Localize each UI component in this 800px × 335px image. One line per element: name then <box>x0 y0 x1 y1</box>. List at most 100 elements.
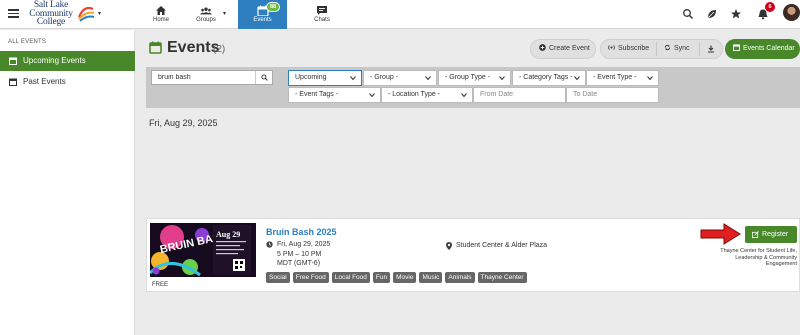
logo-caret-icon[interactable]: ▾ <box>98 10 101 17</box>
chevron-down-icon <box>350 76 356 81</box>
sidebar-item-upcoming-events[interactable]: Upcoming Events <box>0 51 135 71</box>
sync-button[interactable]: Sync <box>664 40 690 58</box>
event-tags-select[interactable]: - Event Tags - <box>288 87 381 103</box>
sidebar-heading: ALL EVENTS <box>8 39 47 45</box>
calendar-icon <box>733 44 740 51</box>
main-nav: Home Groups 88 Events Chats <box>143 0 343 29</box>
sidebar-item-past-events[interactable]: Past Events <box>0 72 135 92</box>
chevron-down-icon <box>369 93 375 98</box>
event-price: FREE <box>152 282 169 288</box>
input-placeholder: From Date <box>480 91 514 98</box>
page-title: Events <box>167 39 220 56</box>
create-event-label: Create Event <box>549 45 590 52</box>
select-value: - Event Tags - <box>295 91 339 98</box>
chevron-down-icon <box>574 76 580 81</box>
to-date-input[interactable]: To Date <box>566 87 659 103</box>
logo-text: Salt Lake Community College <box>29 0 73 27</box>
star-icon[interactable] <box>730 8 742 20</box>
event-tags: Social Free Food Local Food Fun Movie Mu… <box>266 272 530 283</box>
register-button[interactable]: Register <box>745 226 797 243</box>
tag-badge[interactable]: Local Food <box>331 272 370 283</box>
calendar-icon <box>9 78 17 86</box>
events-calendar-button[interactable]: Events Calendar <box>725 39 800 59</box>
date-group-heading: Fri, Aug 29, 2025 <box>149 118 218 128</box>
calendar-icon <box>9 57 17 65</box>
sync-label: Sync <box>674 45 690 52</box>
select-value: - Location Type - <box>388 91 441 98</box>
event-host: Thayne Center for Student Life, Leadersh… <box>720 248 797 267</box>
tag-badge[interactable]: Music <box>419 272 443 283</box>
nav-events[interactable]: 88 Events <box>238 0 287 29</box>
from-date-input[interactable]: From Date <box>473 87 566 103</box>
select-value: - Group - <box>370 74 399 81</box>
select-value: - Event Type - <box>593 74 637 81</box>
subscribe-button[interactable]: Subscribe <box>608 40 649 58</box>
tag-badge[interactable]: Animals <box>445 272 475 283</box>
tag-badge[interactable]: Fun <box>372 272 391 283</box>
leaf-icon[interactable] <box>706 8 718 20</box>
sidebar-item-label: Past Events <box>23 77 66 86</box>
edit-icon <box>752 231 759 238</box>
event-title-link[interactable]: Bruin Bash 2025 <box>266 227 337 237</box>
event-date: Fri, Aug 29, 2025 <box>277 241 331 248</box>
chevron-down-icon <box>425 76 431 81</box>
groups-icon <box>200 7 212 15</box>
filter-panel: Upcoming - Group - - Group Type - - Cate… <box>146 67 800 108</box>
tag-badge[interactable]: Thayne Center <box>477 272 527 283</box>
nav-chats[interactable]: Chats <box>302 0 342 29</box>
group-type-select[interactable]: - Group Type - <box>438 70 511 86</box>
select-value: Upcoming <box>295 74 327 81</box>
sidebar-item-label: Upcoming Events <box>23 56 86 65</box>
main-content: Events (2) Create Event Subscribe Sync E… <box>136 30 800 335</box>
broadcast-icon <box>608 45 615 50</box>
tag-badge[interactable]: Movie <box>393 272 417 283</box>
event-timezone: MDT (GMT-6) <box>277 260 321 267</box>
nav-home[interactable]: Home <box>143 0 179 29</box>
input-placeholder: To Date <box>573 91 598 98</box>
chevron-down-icon <box>499 76 505 81</box>
group-select[interactable]: - Group - <box>363 70 437 86</box>
search-button[interactable] <box>255 71 273 84</box>
chat-icon <box>317 6 327 15</box>
calendar-actions-group: Subscribe Sync <box>600 39 723 59</box>
search-field[interactable] <box>151 70 273 85</box>
search-icon[interactable] <box>682 8 694 20</box>
event-flyer-image[interactable]: BRUIN BASH Aug 29 <box>150 223 256 277</box>
plus-circle-icon <box>539 44 546 51</box>
events-count-badge: 88 <box>266 2 281 12</box>
search-input[interactable] <box>152 71 252 84</box>
events-count: (2) <box>213 44 226 55</box>
event-datetime: Fri, Aug 29, 2025 5 PM – 10 PM MDT (GMT-… <box>277 240 330 269</box>
college-logo[interactable]: Salt Lake Community College <box>26 1 104 27</box>
divider <box>656 42 657 56</box>
hamburger-menu-icon[interactable] <box>8 9 19 18</box>
sync-icon <box>664 44 671 51</box>
tag-badge[interactable]: Social <box>266 272 290 283</box>
register-label: Register <box>762 231 789 238</box>
nav-chats-label: Chats <box>314 17 330 23</box>
event-type-select[interactable]: - Event Type - <box>586 70 659 86</box>
location-type-select[interactable]: - Location Type - <box>381 87 473 103</box>
logo-swirl-icon <box>77 6 95 22</box>
event-location: Student Center & Alder Plaza <box>456 242 548 249</box>
chevron-down-icon <box>647 76 653 81</box>
tag-badge[interactable]: Free Food <box>292 272 329 283</box>
calendar-icon <box>149 41 162 54</box>
timeframe-select[interactable]: Upcoming <box>288 70 362 86</box>
home-icon <box>156 6 166 15</box>
location-pin-icon <box>446 242 452 250</box>
sidebar: ALL EVENTS Upcoming Events Past Events <box>0 30 135 335</box>
download-icon[interactable] <box>707 45 715 53</box>
groups-caret-icon[interactable]: ▾ <box>223 10 226 17</box>
red-arrow-annotation <box>700 223 741 245</box>
event-card[interactable]: BRUIN BASH Aug 29 FREE Bruin Bash 2025 F… <box>146 218 800 292</box>
category-tags-select[interactable]: - Category Tags - <box>512 70 586 86</box>
notification-badge: 6 <box>765 2 775 12</box>
chevron-down-icon <box>461 93 467 98</box>
user-avatar[interactable] <box>783 4 800 21</box>
event-flyer-art: BRUIN BASH Aug 29 <box>150 223 256 277</box>
flyer-date-text: Aug 29 <box>216 230 240 239</box>
create-event-button[interactable]: Create Event <box>530 39 596 59</box>
select-value: - Category Tags - <box>519 74 573 81</box>
nav-groups-label: Groups <box>196 17 216 23</box>
